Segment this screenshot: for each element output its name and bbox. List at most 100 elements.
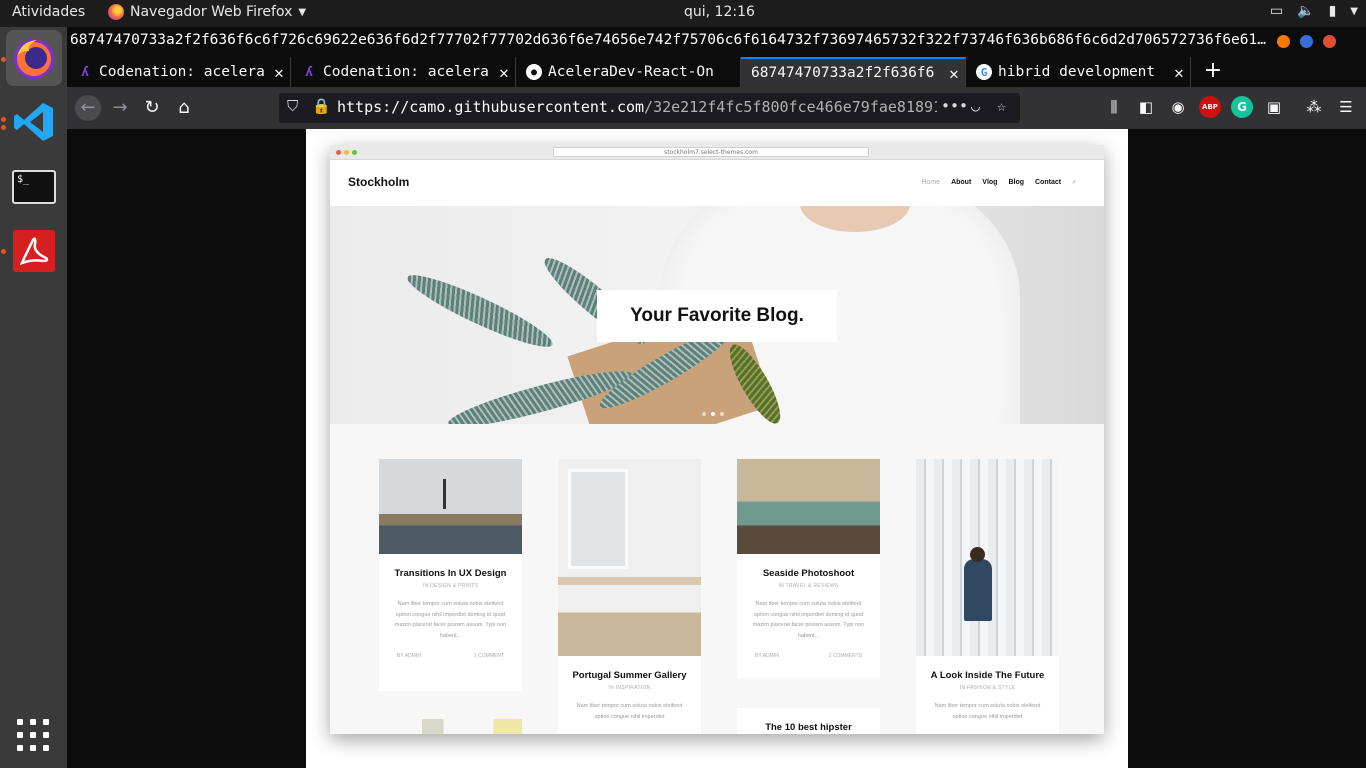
card-excerpt: Nam liber tempor cum soluta nobis eleife… xyxy=(576,703,683,720)
url-text[interactable]: https://camo.githubusercontent.com/32e21… xyxy=(337,98,937,116)
url-bar[interactable]: ⛉ 🔒 https://camo.githubusercontent.com/3… xyxy=(279,93,1020,123)
card-photo-winter-woman xyxy=(916,459,1059,656)
card-meta: BY ADMIN 2 COMMENTS xyxy=(755,653,862,659)
sidebar-icon[interactable]: ◧ xyxy=(1135,96,1157,118)
dock-item-terminal[interactable]: $_ xyxy=(6,159,62,215)
card-category: IN INSPIRATION xyxy=(608,685,651,691)
mock-site-header: Stockholm Home About Vlog Blog Contact ⌕ xyxy=(330,160,1104,206)
notion-icon[interactable]: ▣ xyxy=(1263,96,1285,118)
github-icon: ● xyxy=(526,64,542,80)
tab-strip: ʎ Codenation: acelera ✕ ʎ Codenation: ac… xyxy=(67,57,1366,87)
pocket-icon[interactable]: ◡ xyxy=(971,97,980,115)
tab-label: Codenation: acelera xyxy=(323,64,489,80)
mock-browser-chrome: stockholm7.select-themes.com xyxy=(330,145,1104,160)
displayed-image[interactable]: stockholm7.select-themes.com Stockholm H… xyxy=(306,129,1128,768)
card-title: The 10 best hipster xyxy=(765,722,852,733)
new-tab-button[interactable]: + xyxy=(1198,57,1228,87)
card-category: IN TRAVEL & REVIEWS xyxy=(778,583,839,589)
dock-item-vscode[interactable] xyxy=(6,94,62,150)
tab-codenation-2[interactable]: ʎ Codenation: acelera ✕ xyxy=(291,57,516,87)
account-icon[interactable]: ◉ xyxy=(1167,96,1189,118)
terminal-icon: $_ xyxy=(12,170,56,204)
tab-label: AceleraDev-React-On xyxy=(548,64,714,80)
blog-card: A Look Inside The Future IN FASHION & ST… xyxy=(916,459,1059,734)
firefox-icon xyxy=(14,39,54,79)
close-icon[interactable]: ✕ xyxy=(493,63,515,82)
hero-slider: Your Favorite Blog. xyxy=(330,206,1104,424)
menu-item-contact: Contact xyxy=(1035,179,1062,186)
window-title: 68747470733a2f2f636f6c6f726c69622e636f6d… xyxy=(70,32,1266,48)
pdf-icon xyxy=(13,230,55,272)
menu-item-blog: Blog xyxy=(1008,179,1025,186)
home-button[interactable]: ⌂ xyxy=(171,95,197,121)
google-icon: G xyxy=(976,64,992,80)
card-photo-lighthouse xyxy=(379,459,522,554)
blog-card: Portugal Summer Gallery IN INSPIRATION N… xyxy=(558,459,701,734)
bookmark-star-icon[interactable]: ☆ xyxy=(997,97,1006,115)
card-excerpt: Nam liber tempor cum soluta nobis eleife… xyxy=(934,703,1041,720)
app-menu-label: Navegador Web Firefox xyxy=(130,4,293,20)
screen-icon: ▭ xyxy=(1269,3,1284,19)
tab-codenation-1[interactable]: ʎ Codenation: acelera ✕ xyxy=(67,57,291,87)
card-title: Transitions In UX Design xyxy=(394,568,507,579)
tab-google[interactable]: G hibrid development ✕ xyxy=(966,57,1191,87)
stockholm-theme-screenshot: stockholm7.select-themes.com Stockholm H… xyxy=(330,145,1104,734)
dock-item-firefox[interactable] xyxy=(6,30,62,86)
codenation-icon: ʎ xyxy=(81,64,89,80)
hero-title: Your Favorite Blog. xyxy=(597,290,837,342)
activities-button[interactable]: Atividades xyxy=(12,4,85,20)
tab-label: hibrid development xyxy=(998,64,1156,80)
card-excerpt: Nam liber tempor cum soluta nobis eleife… xyxy=(394,601,507,639)
back-button[interactable]: ← xyxy=(75,95,101,121)
minimize-button[interactable] xyxy=(1277,35,1290,48)
dock-item-document-viewer[interactable] xyxy=(6,223,62,279)
search-icon: ⌕ xyxy=(1072,179,1076,186)
mock-address-bar: stockholm7.select-themes.com xyxy=(553,147,869,157)
card-category: IN FASHION & STYLE xyxy=(959,685,1016,691)
system-tray[interactable]: ▭ 🔈 ▮ ▼ xyxy=(1270,3,1358,19)
window-titlebar[interactable]: 68747470733a2f2f636f6c6f726c69622e636f6d… xyxy=(67,27,1366,57)
reload-button[interactable]: ↻ xyxy=(139,95,165,121)
extensions-icon[interactable]: ⁂ xyxy=(1303,96,1325,118)
library-icon[interactable]: ⫼ xyxy=(1103,96,1125,118)
firefox-small-icon xyxy=(108,4,124,20)
page-actions-icon[interactable]: ••• xyxy=(941,97,968,115)
blog-card: Transitions In UX Design IN DESIGN & PRI… xyxy=(379,459,522,691)
shield-icon[interactable]: ⛉ xyxy=(287,97,298,115)
card-title: Seaside Photoshoot xyxy=(762,568,855,579)
dock: $_ xyxy=(0,27,67,768)
tab-github[interactable]: ● AceleraDev-React-On xyxy=(516,57,741,87)
grammarly-icon[interactable]: G xyxy=(1231,96,1253,118)
volume-icon: 🔈 xyxy=(1297,3,1315,19)
site-menu: Home About Vlog Blog Contact ⌕ xyxy=(921,179,1076,187)
menu-item-vlog: Vlog xyxy=(982,179,998,186)
card-photo-cafe xyxy=(737,459,880,554)
close-window-button[interactable] xyxy=(1323,35,1336,48)
card-category: IN DESIGN & PRINTS xyxy=(422,583,479,589)
maximize-button[interactable] xyxy=(1300,35,1313,48)
close-icon[interactable]: ✕ xyxy=(943,64,965,83)
clock[interactable]: qui, 12:16 xyxy=(684,4,755,20)
card-title: Portugal Summer Gallery xyxy=(572,670,687,681)
tab-label: 68747470733a2f2f636f6 xyxy=(751,65,935,81)
tab-active-image[interactable]: 68747470733a2f2f636f6 ✕ xyxy=(741,57,966,87)
menu-item-home: Home xyxy=(921,179,941,186)
adblock-plus-icon[interactable]: ABP xyxy=(1199,96,1221,118)
card-photo-partial xyxy=(379,719,522,734)
lock-icon[interactable]: 🔒 xyxy=(312,97,331,115)
chevron-down-icon: ▼ xyxy=(298,6,307,18)
gnome-top-bar: Atividades Navegador Web Firefox ▼ qui, … xyxy=(0,0,1366,27)
show-applications-button[interactable] xyxy=(17,719,49,751)
blog-card: Seaside Photoshoot IN TRAVEL & REVIEWS N… xyxy=(737,459,880,678)
hamburger-menu-icon[interactable]: ☰ xyxy=(1335,96,1357,118)
fir-branch xyxy=(402,265,558,357)
navigation-toolbar: ← → ↻ ⌂ ⛉ 🔒 https://camo.githubuserconte… xyxy=(67,87,1366,129)
app-menu[interactable]: Navegador Web Firefox ▼ xyxy=(108,4,306,20)
close-icon[interactable]: ✕ xyxy=(1168,63,1190,82)
chevron-down-icon: ▼ xyxy=(1350,5,1358,17)
vscode-icon xyxy=(14,103,53,141)
card-author: BY ADMIN xyxy=(755,653,779,659)
close-icon[interactable]: ✕ xyxy=(268,63,290,82)
card-title: A Look Inside The Future xyxy=(930,670,1045,681)
forward-button[interactable]: → xyxy=(107,95,133,121)
